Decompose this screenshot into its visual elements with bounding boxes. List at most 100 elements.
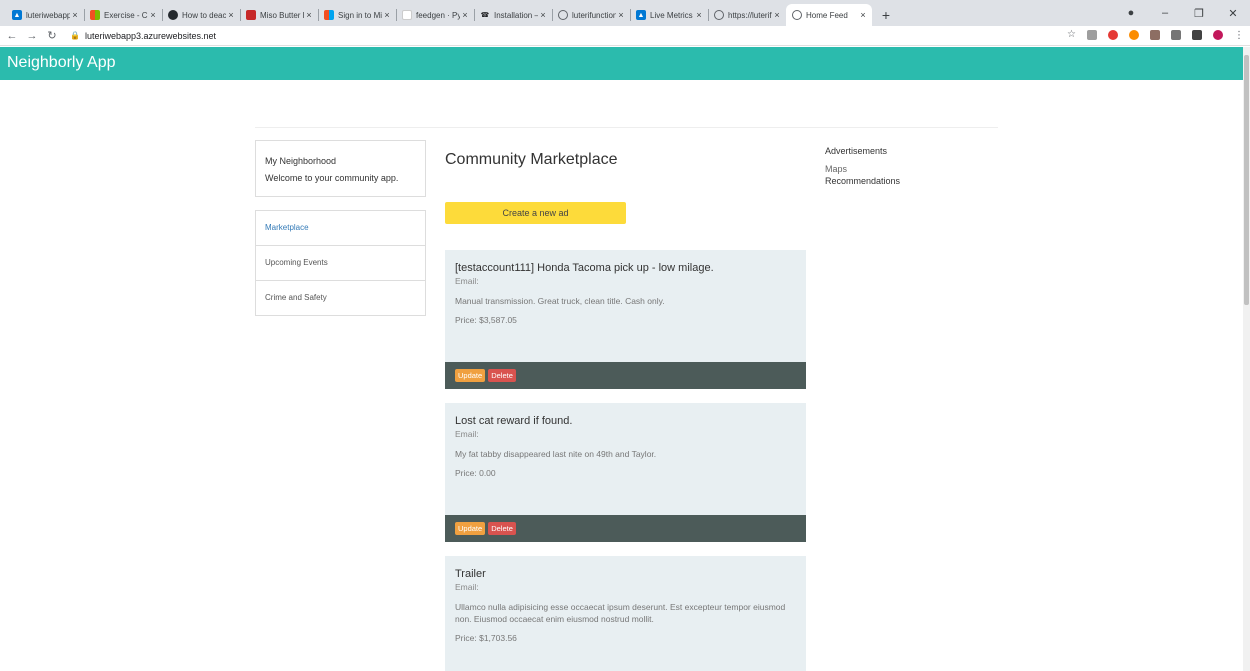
ad-email: Email:	[455, 276, 479, 286]
browser-tab[interactable]: ▲ luteriwebapp3 - ×	[6, 4, 84, 26]
browser-tab[interactable]: Miso Butter Pas ×	[240, 4, 318, 26]
create-ad-button[interactable]: Create a new ad	[445, 202, 626, 224]
ad-price: Price: 0.00	[455, 468, 496, 478]
browser-tab[interactable]: Sign in to Micro ×	[318, 4, 396, 26]
extension-icon[interactable]	[1129, 29, 1139, 40]
profile-icon[interactable]: ●	[1114, 7, 1148, 19]
lock-icon: 🔒	[70, 31, 80, 40]
tab-label: Miso Butter Pas	[260, 10, 304, 20]
globe-icon	[792, 10, 802, 20]
neighborhood-panel: My Neighborhood Welcome to your communit…	[255, 140, 426, 197]
restore-icon[interactable]: ❐	[1182, 7, 1216, 20]
delete-button[interactable]: Delete	[488, 522, 516, 535]
close-tab-icon[interactable]: ×	[858, 10, 868, 20]
ad-description: My fat tabby disappeared last nite on 49…	[455, 449, 657, 459]
ad-email: Email:	[455, 582, 479, 592]
close-tab-icon[interactable]: ×	[538, 10, 548, 20]
close-tab-icon[interactable]: ×	[616, 10, 626, 20]
close-tab-icon[interactable]: ×	[304, 10, 314, 20]
tab-label: Exercise - Config	[104, 10, 148, 20]
extension-icon[interactable]	[1150, 29, 1160, 40]
extension-icon[interactable]	[1171, 29, 1181, 40]
minimize-icon[interactable]: –	[1148, 7, 1182, 19]
window-controls: ● – ❐ ✕	[1114, 0, 1250, 26]
recipe-site-icon	[246, 10, 256, 20]
tab-label: luteriwebapp3 -	[26, 10, 70, 20]
update-button[interactable]: Update	[455, 522, 486, 535]
app-header: Neighborly App	[0, 47, 1243, 80]
azure-icon: ▲	[636, 10, 646, 20]
browser-tab[interactable]: https://luterifun ×	[708, 4, 786, 26]
tab-label: Home Feed	[806, 10, 848, 20]
recommendations-link[interactable]: Recommendations	[825, 175, 900, 187]
ad-title: Lost cat reward if found.	[455, 415, 573, 427]
page-title: Community Marketplace	[445, 151, 618, 168]
ad-price: Price: $1,703.56	[455, 633, 517, 643]
ad-title: [testaccount111] Honda Tacoma pick up - …	[455, 262, 714, 274]
phone-icon: ☎	[480, 12, 490, 19]
browser-tab[interactable]: feedgen · PyPI ×	[396, 4, 474, 26]
browser-tab[interactable]: ☎ Installation — F ×	[474, 4, 552, 26]
tab-label: feedgen · PyPI	[416, 10, 460, 20]
advertisements-panel: Advertisements Maps Recommendations	[825, 145, 900, 187]
sidebar-item-upcoming-events[interactable]: Upcoming Events	[256, 246, 425, 281]
browser-tab[interactable]: Exercise - Config ×	[84, 4, 162, 26]
microsoft-icon	[90, 10, 100, 20]
github-icon	[168, 10, 178, 20]
forward-icon[interactable]: →	[24, 30, 40, 42]
back-icon[interactable]: ←	[4, 30, 20, 42]
puzzle-icon[interactable]	[1192, 29, 1202, 40]
ad-description: Ullamco nulla adipisicing esse occaecat …	[455, 602, 786, 624]
maps-link[interactable]: Maps	[825, 163, 900, 175]
url-text: luteriwebapp3.azurewebsites.net	[84, 30, 217, 41]
scrollbar-thumb[interactable]	[1244, 55, 1249, 305]
bookmark-star-icon[interactable]: ☆	[1067, 29, 1076, 40]
advertisements-heading: Advertisements	[825, 146, 888, 156]
tab-label: https://luterifun	[728, 10, 772, 20]
url-field[interactable]: 🔒 luteriwebapp3.azurewebsites.net	[70, 31, 216, 41]
reload-icon[interactable]: ↻	[44, 29, 60, 42]
sidebar-item-crime-and-safety[interactable]: Crime and Safety	[256, 281, 425, 316]
delete-button[interactable]: Delete	[488, 369, 516, 382]
brand-title[interactable]: Neighborly App	[7, 54, 116, 72]
extensions-bar: ☆ ⋮	[1067, 29, 1244, 41]
microsoft-icon	[324, 10, 334, 20]
menu-kebab-icon[interactable]: ⋮	[1234, 30, 1244, 41]
ad-card: Trailer Email: Ullamco nulla adipisicing…	[445, 556, 806, 671]
globe-icon	[558, 10, 568, 20]
close-tab-icon[interactable]: ×	[226, 10, 236, 20]
browser-tab-active[interactable]: Home Feed ×	[786, 4, 872, 26]
sidebar-item-marketplace[interactable]: Marketplace	[256, 211, 425, 246]
tab-label: luterifunctionap	[572, 10, 616, 20]
sidebar-menu: Marketplace Upcoming Events Crime and Sa…	[255, 210, 426, 316]
update-button[interactable]: Update	[455, 369, 486, 382]
ad-price: Price: $3,587.05	[455, 315, 517, 325]
ad-actions: Update Delete	[445, 515, 806, 542]
new-tab-button[interactable]: +	[876, 4, 896, 26]
ad-title: Trailer	[455, 568, 486, 580]
ad-actions: Update Delete	[445, 362, 806, 389]
browser-tab[interactable]: How to deactiv ×	[162, 4, 240, 26]
page-scrollbar[interactable]	[1243, 47, 1250, 671]
pypi-icon	[402, 10, 412, 20]
ad-card: Lost cat reward if found. Email: My fat …	[445, 403, 806, 542]
close-tab-icon[interactable]: ×	[148, 10, 158, 20]
browser-tab[interactable]: luterifunctionap ×	[552, 4, 630, 26]
close-window-icon[interactable]: ✕	[1216, 7, 1250, 20]
address-bar: ← → ↻ 🔒 luteriwebapp3.azurewebsites.net …	[0, 26, 1250, 46]
extension-icon[interactable]	[1087, 29, 1097, 40]
close-tab-icon[interactable]: ×	[772, 10, 782, 20]
close-tab-icon[interactable]: ×	[382, 10, 392, 20]
close-tab-icon[interactable]: ×	[460, 10, 470, 20]
globe-icon	[714, 10, 724, 20]
ad-description: Manual transmission. Great truck, clean …	[455, 296, 665, 306]
avatar[interactable]	[1213, 29, 1223, 40]
tab-label: Live Metrics - M	[650, 10, 694, 20]
tab-label: Sign in to Micro	[338, 10, 382, 20]
close-tab-icon[interactable]: ×	[694, 10, 704, 20]
browser-tab[interactable]: ▲ Live Metrics - M ×	[630, 4, 708, 26]
close-tab-icon[interactable]: ×	[70, 10, 80, 20]
ad-email: Email:	[455, 429, 479, 439]
adblock-icon[interactable]	[1108, 29, 1118, 40]
ad-card: [testaccount111] Honda Tacoma pick up - …	[445, 250, 806, 389]
